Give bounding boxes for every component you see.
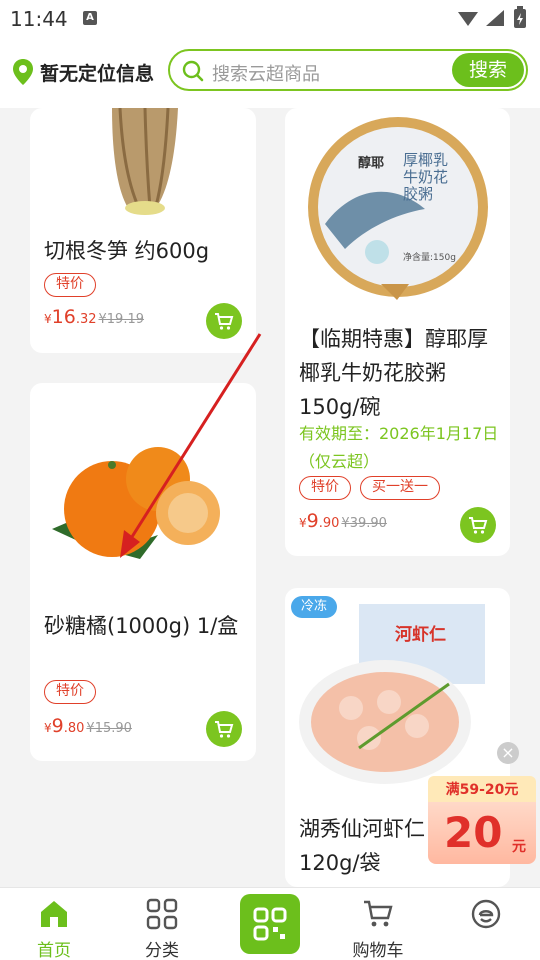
status-time: 11:44 (10, 7, 68, 31)
product-card[interactable]: 醇耶 厚椰乳牛奶花胶粥 净含量:150g 【临期特惠】醇耶厚椰乳牛奶花胶粥150… (285, 108, 510, 556)
cart-icon (469, 517, 488, 534)
product-image (112, 108, 178, 215)
sale-tag: 特价 (299, 476, 351, 500)
status-bar: 11:44 A (0, 0, 540, 36)
search-bar[interactable]: 搜索云超商品 搜索 (168, 49, 528, 91)
product-image (308, 117, 488, 300)
scan-icon (253, 907, 287, 941)
sale-tag: 特价 (44, 680, 96, 704)
location-text: 暂无定位信息 (40, 62, 155, 85)
nav-category-label: 分类 (145, 941, 179, 960)
promo-amount: 20 (444, 808, 503, 857)
search-button[interactable]: 搜索 (452, 53, 524, 87)
expiry-date: 有效期至：2026年1月17日（仅云超） (299, 424, 499, 471)
bogo-tag: 买一送一 (360, 476, 440, 500)
price: ¥16.32 ¥19.19 (44, 306, 145, 328)
cart-icon (364, 900, 393, 927)
product-card[interactable]: 切根冬笋 约600g 特价 ¥16.32 ¥19.19 (30, 108, 256, 353)
add-to-cart-button[interactable] (206, 711, 242, 747)
location-pin-icon (13, 59, 33, 85)
product-title[interactable]: 【临期特惠】醇耶厚椰乳牛奶花胶粥150g/碗 (299, 322, 504, 424)
package-brand: 醇耶 (358, 156, 385, 171)
nav-home-label: 首页 (37, 941, 71, 960)
price: ¥9.80 ¥15.90 (44, 715, 132, 737)
notification-icon: A (83, 11, 97, 25)
system-status-icons (458, 6, 526, 28)
promo-close-button[interactable]: × (497, 742, 519, 764)
home-icon (41, 901, 67, 927)
price: ¥9.90 ¥39.90 (299, 510, 387, 532)
product-title[interactable]: 砂糖橘(1000g) 1/盒 (44, 609, 244, 643)
product-title[interactable]: 湖秀仙河虾仁120g/袋 (299, 812, 439, 880)
package-text: 河虾仁 (395, 625, 446, 645)
package-net-weight: 净含量:150g (403, 253, 456, 263)
coupon-promo[interactable]: 满59-20元 20 元 (428, 772, 536, 864)
product-card[interactable]: 砂糖橘(1000g) 1/盒 特价 ¥9.80 ¥15.90 (30, 383, 256, 761)
nav-cart[interactable]: 购物车 (338, 894, 418, 960)
nav-home[interactable]: 首页 (14, 894, 94, 960)
product-image (52, 447, 220, 559)
frozen-badge: 冷冻 (291, 596, 337, 618)
nav-profile[interactable] (446, 894, 526, 958)
sale-tag: 特价 (44, 273, 96, 297)
nav-cart-label: 购物车 (352, 941, 404, 960)
package-name: 厚椰乳牛奶花胶粥 (403, 151, 449, 203)
add-to-cart-button[interactable] (460, 507, 496, 543)
original-price: ¥39.90 (341, 516, 387, 531)
app-header: 暂无定位信息 搜索云超商品 搜索 (0, 36, 540, 108)
cart-icon (215, 313, 234, 330)
location-selector[interactable]: 暂无定位信息 (12, 58, 154, 86)
scan-button[interactable] (240, 894, 300, 954)
profile-icon (471, 899, 501, 929)
original-price: ¥19.19 (98, 312, 145, 327)
promo-body: 20 元 (428, 802, 536, 864)
cart-icon (215, 721, 234, 738)
nav-category[interactable]: 分类 (122, 894, 202, 960)
promo-unit: 元 (512, 839, 526, 855)
add-to-cart-button[interactable] (206, 303, 242, 339)
promo-threshold: 满59-20元 (428, 776, 536, 804)
product-title[interactable]: 切根冬笋 约600g (44, 234, 244, 268)
search-input[interactable]: 搜索云超商品 (212, 60, 320, 86)
original-price: ¥15.90 (86, 721, 132, 736)
category-icon (146, 898, 178, 930)
search-icon (182, 60, 204, 82)
